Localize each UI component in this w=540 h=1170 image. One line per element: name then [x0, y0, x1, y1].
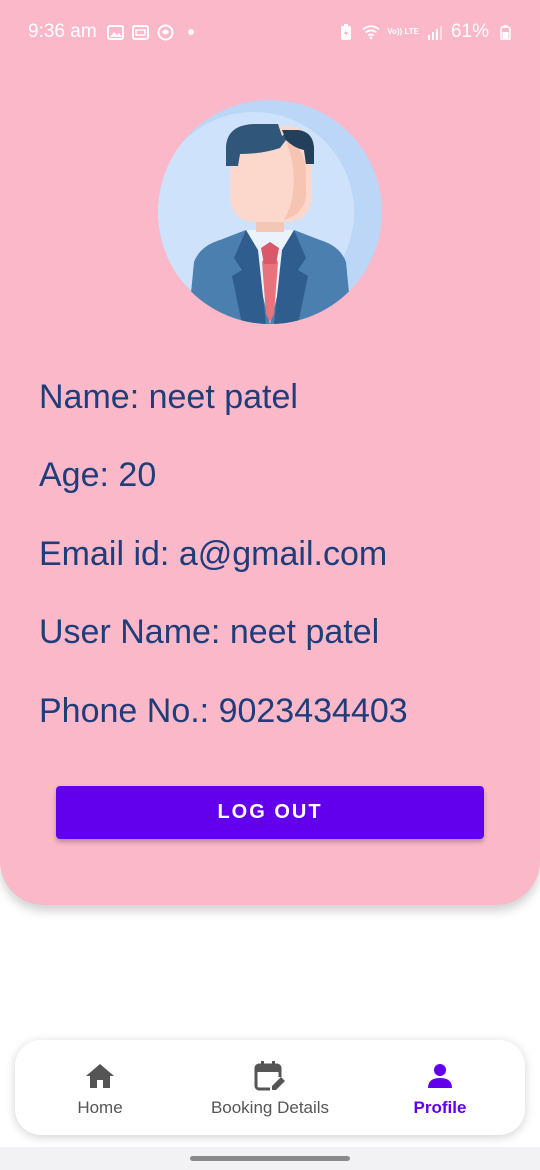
email-label: Email id:	[39, 535, 170, 573]
gallery-icon	[107, 23, 125, 41]
name-row: Name: neet patel	[39, 378, 298, 417]
battery-saver-icon	[337, 23, 355, 41]
battery-icon	[496, 23, 514, 41]
email-value: a@gmail.com	[178, 535, 388, 573]
home-icon	[84, 1061, 116, 1091]
battery-percent: 61%	[450, 21, 489, 42]
phone-value: 9023434403	[218, 692, 408, 730]
age-label: Age:	[39, 456, 109, 494]
cast-icon	[132, 23, 150, 41]
username-label: User Name:	[39, 613, 221, 651]
status-time: 9:36 am	[28, 21, 97, 42]
username-value: neet patel	[229, 613, 380, 651]
nav-label-home: Home	[77, 1098, 123, 1117]
network-label: Vo)) LTE	[387, 27, 419, 36]
nav-item-booking-details[interactable]: Booking Details	[195, 1040, 345, 1135]
name-value: neet patel	[148, 378, 298, 416]
calendar-edit-icon	[254, 1061, 286, 1092]
status-bar: 9:36 am Vo)) LTE 61%	[0, 0, 540, 64]
dot-icon	[182, 23, 200, 41]
phone-label: Phone No.:	[39, 692, 210, 730]
gesture-handle[interactable]	[190, 1156, 350, 1161]
name-label: Name:	[39, 378, 140, 416]
username-row: User Name: neet patel	[39, 613, 379, 652]
nav-label-booking-details: Booking Details	[210, 1098, 330, 1117]
age-row: Age: 20	[39, 456, 156, 495]
bottom-navigation: Home Booking Details Profile	[15, 1040, 525, 1135]
phone-row: Phone No.: 9023434403	[39, 692, 408, 731]
nav-item-profile[interactable]: Profile	[400, 1040, 480, 1135]
wifi-icon	[362, 23, 380, 41]
nav-item-home[interactable]: Home	[60, 1040, 140, 1135]
profile-card: Name: neet patel Age: 20 Email id: a@gma…	[0, 0, 540, 905]
businessman-avatar-icon	[158, 100, 382, 324]
app-icon	[157, 23, 175, 41]
email-row: Email id: a@gmail.com	[39, 535, 387, 574]
person-icon	[424, 1061, 456, 1091]
logout-button[interactable]: LOG OUT	[56, 786, 484, 839]
signal-icon	[426, 23, 444, 41]
age-value: 20	[118, 456, 157, 494]
nav-label-profile: Profile	[413, 1098, 467, 1117]
gesture-area	[0, 1147, 540, 1170]
